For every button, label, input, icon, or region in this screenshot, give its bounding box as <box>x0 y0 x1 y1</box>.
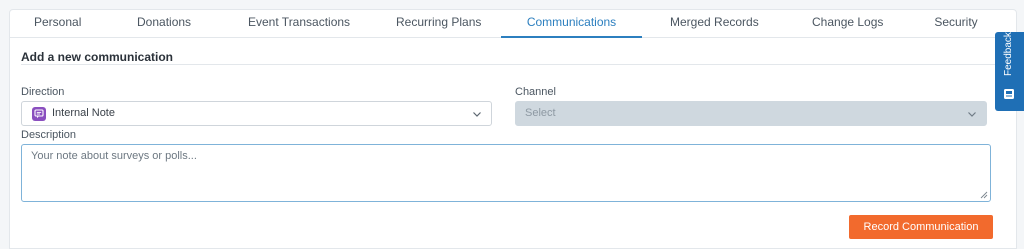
tab-communications[interactable]: Communications <box>501 10 642 38</box>
tab-donations[interactable]: Donations <box>137 10 191 38</box>
chevron-down-icon <box>473 112 481 117</box>
tab-personal[interactable]: Personal <box>34 10 81 38</box>
note-icon <box>32 107 46 121</box>
channel-select[interactable]: Select <box>515 101 987 126</box>
feedback-tab[interactable]: Feedback <box>995 32 1024 111</box>
tab-recurring-plans[interactable]: Recurring Plans <box>396 10 481 38</box>
chevron-down-icon <box>968 112 976 117</box>
record-communication-button[interactable]: Record Communication <box>849 215 993 239</box>
tab-merged-records[interactable]: Merged Records <box>670 10 759 38</box>
tab-security[interactable]: Security <box>933 10 979 38</box>
channel-placeholder: Select <box>525 107 556 119</box>
description-textarea[interactable]: Your note about surveys or polls... <box>21 144 991 202</box>
record-tabs: Personal Donations Event Transactions Re… <box>10 10 1016 38</box>
description-label: Description <box>21 129 77 141</box>
channel-label: Channel <box>515 86 556 98</box>
feedback-icon <box>1004 89 1014 99</box>
section-divider <box>21 64 997 65</box>
direction-label: Direction <box>21 86 65 98</box>
tab-change-logs[interactable]: Change Logs <box>812 10 883 38</box>
contact-record-card: Personal Donations Event Transactions Re… <box>9 9 1017 249</box>
feedback-label: Feedback <box>1003 32 1014 76</box>
direction-select[interactable]: Internal Note <box>21 101 492 126</box>
tab-event-transactions[interactable]: Event Transactions <box>248 10 350 38</box>
description-placeholder: Your note about surveys or polls... <box>31 150 197 162</box>
direction-value: Internal Note <box>52 107 115 119</box>
section-title: Add a new communication <box>21 50 174 64</box>
resize-grip-icon[interactable] <box>980 191 988 199</box>
